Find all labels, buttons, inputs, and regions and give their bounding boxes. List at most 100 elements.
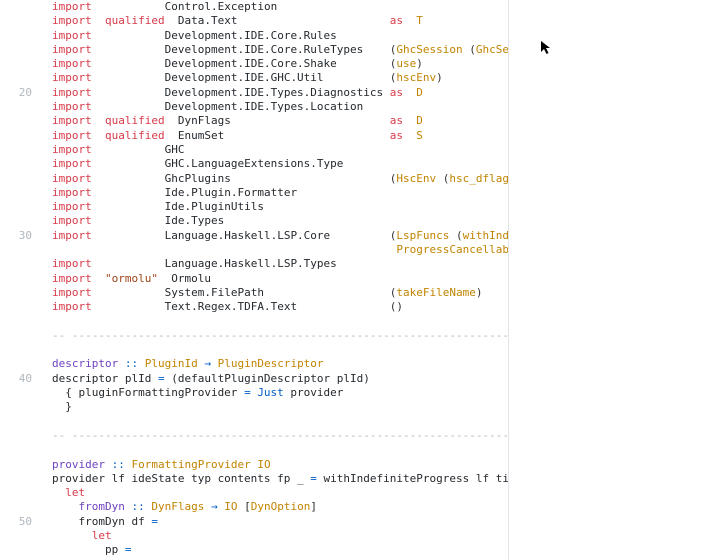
code-token: Data.Text — [178, 14, 238, 27]
code-token: → — [204, 357, 211, 370]
code-token: [ — [237, 500, 250, 513]
code-line[interactable] — [52, 443, 509, 457]
code-token: Development.IDE.Types.Location — [165, 100, 364, 113]
line-number — [0, 143, 42, 157]
code-content[interactable]: import Control.Exceptionimport qualified… — [52, 0, 509, 558]
code-token: let — [65, 486, 85, 499]
code-line[interactable]: provider lf ideState typ contents fp _ =… — [52, 472, 509, 486]
code-line[interactable]: import qualified DynFlags as D — [52, 114, 509, 128]
line-number — [0, 114, 42, 128]
code-token — [297, 300, 390, 313]
code-token: import — [52, 229, 92, 242]
code-line[interactable]: -- -------------------------------------… — [52, 329, 509, 343]
code-token — [92, 229, 165, 242]
code-line[interactable]: descriptor plId = (defaultPluginDescript… — [52, 372, 509, 386]
code-line[interactable]: import Language.Haskell.LSP.Types — [52, 257, 509, 271]
code-line[interactable]: import Text.Regex.TDFA.Text () — [52, 300, 509, 314]
code-token — [92, 157, 165, 170]
code-token: hscEnv — [396, 71, 436, 84]
code-token — [52, 243, 396, 256]
code-line[interactable]: import Ide.Types — [52, 214, 509, 228]
line-number — [0, 243, 42, 257]
code-token — [92, 0, 165, 13]
code-token — [92, 200, 165, 213]
code-token: PluginId — [145, 357, 198, 370]
code-line[interactable]: fromDyn :: DynFlags → IO [DynOption] — [52, 500, 509, 514]
code-token — [383, 86, 390, 99]
code-line[interactable]: let — [52, 529, 509, 543]
code-line[interactable]: let — [52, 486, 509, 500]
code-token: Ide.Types — [165, 214, 225, 227]
code-token — [324, 71, 390, 84]
code-line[interactable]: fromDyn df = — [52, 515, 509, 529]
line-number: 30 — [0, 229, 42, 243]
code-line[interactable]: provider :: FormattingProvider IO — [52, 458, 509, 472]
code-token: GhcPlugins — [165, 172, 231, 185]
code-line[interactable]: import Language.Haskell.LSP.Core (LspFun… — [52, 229, 509, 243]
code-token: FormattingProvider — [131, 458, 250, 471]
code-token: Text.Regex.TDFA.Text — [165, 300, 297, 313]
code-token: descriptor — [52, 357, 118, 370]
code-token — [237, 14, 389, 27]
code-token: import — [52, 143, 92, 156]
code-line[interactable]: import Ide.PluginUtils — [52, 200, 509, 214]
code-token: import — [52, 129, 92, 142]
code-line[interactable]: import Ide.Plugin.Formatter — [52, 186, 509, 200]
line-number — [0, 100, 42, 114]
line-number: 50 — [0, 515, 42, 529]
code-token: = — [151, 515, 158, 528]
code-line[interactable]: import Development.IDE.GHC.Util (hscEnv) — [52, 71, 509, 85]
code-line[interactable]: } — [52, 400, 509, 414]
code-token: fromDyn df — [52, 515, 151, 528]
line-number — [0, 172, 42, 186]
code-line[interactable]: descriptor :: PluginId → PluginDescripto… — [52, 357, 509, 371]
code-token: ProgressCancellable — [396, 243, 509, 256]
line-number — [0, 543, 42, 557]
code-line[interactable] — [52, 343, 509, 357]
code-line[interactable]: pp = — [52, 543, 509, 557]
code-line[interactable] — [52, 415, 509, 429]
code-line[interactable]: import Development.IDE.Types.Diagnostics… — [52, 86, 509, 100]
line-number — [0, 71, 42, 85]
code-line[interactable]: import qualified Data.Text as T — [52, 14, 509, 28]
code-line[interactable]: import qualified EnumSet as S — [52, 129, 509, 143]
code-line[interactable]: import "ormolu" Ormolu — [52, 272, 509, 286]
code-line[interactable]: -- -------------------------------------… — [52, 429, 509, 443]
code-line[interactable]: ProgressCancellable (Cancellable)) — [52, 243, 509, 257]
code-token — [158, 272, 171, 285]
code-token — [330, 229, 390, 242]
code-token — [92, 272, 105, 285]
line-number — [0, 500, 42, 514]
line-number — [0, 200, 42, 214]
code-line[interactable]: import GhcPlugins (HscEnv (hsc_dflags)) — [52, 172, 509, 186]
code-token: qualified — [105, 129, 165, 142]
code-line[interactable]: import Development.IDE.Core.Shake (use) — [52, 57, 509, 71]
code-line[interactable]: import Control.Exception — [52, 0, 509, 14]
code-token — [403, 14, 416, 27]
code-token — [224, 129, 390, 142]
code-token: import — [52, 186, 92, 199]
code-line[interactable]: import Development.IDE.Types.Location — [52, 100, 509, 114]
code-line[interactable]: { pluginFormattingProvider = Just provid… — [52, 386, 509, 400]
code-token — [92, 286, 165, 299]
code-line[interactable]: import System.FilePath (takeFileName) — [52, 286, 509, 300]
code-token — [92, 57, 165, 70]
code-token: ( — [463, 43, 476, 56]
code-token — [138, 357, 145, 370]
code-token: as — [390, 86, 403, 99]
code-token: DynFlags — [151, 500, 204, 513]
code-token: Development.IDE.Core.Rules — [165, 29, 337, 42]
code-line[interactable]: import Development.IDE.Core.RuleTypes (G… — [52, 43, 509, 57]
code-line[interactable]: import Development.IDE.Core.Rules — [52, 29, 509, 43]
code-token: qualified — [105, 114, 165, 127]
code-line[interactable]: import GHC.LanguageExtensions.Type — [52, 157, 509, 171]
code-token — [92, 14, 105, 27]
code-line[interactable]: import GHC — [52, 143, 509, 157]
code-token: -- -------------------------------------… — [52, 329, 509, 342]
code-line[interactable] — [52, 315, 509, 329]
code-token — [92, 172, 165, 185]
code-token: import — [52, 214, 92, 227]
code-token: import — [52, 14, 92, 27]
code-editor[interactable]: 20304050 import Control.Exceptionimport … — [0, 0, 509, 560]
code-token — [92, 186, 165, 199]
